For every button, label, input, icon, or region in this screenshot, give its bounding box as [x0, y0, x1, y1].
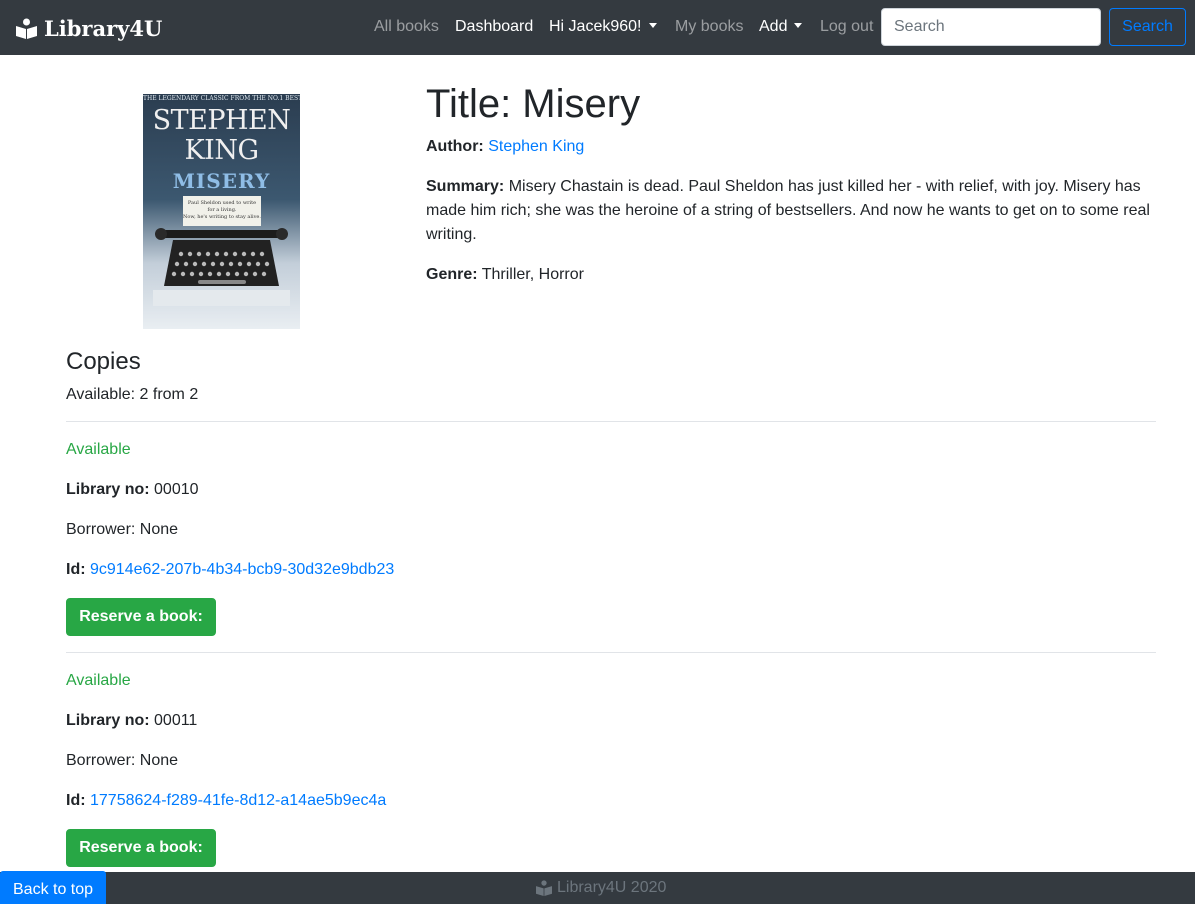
nav-add-dropdown[interactable]: Add [759, 17, 803, 37]
copy-status: Available [66, 441, 131, 458]
author-label: Author: [426, 138, 484, 155]
reserve-button[interactable]: Reserve a book: [66, 829, 216, 867]
cover-tagline: THE LEGENDARY CLASSIC FROM THE NO.1 BEST… [143, 95, 300, 102]
caret-down-icon [648, 23, 657, 28]
cover-author: STEPHEN KING [143, 106, 300, 166]
cover-paper-line: Now, he's writing to stay alive. [183, 214, 261, 220]
library-no-label: Library no: [66, 481, 150, 498]
book-cover-image: THE LEGENDARY CLASSIC FROM THE NO.1 BEST… [143, 94, 300, 329]
copy-library-no: Library no: 00011 [66, 709, 197, 733]
brand-label: Library4U [44, 15, 163, 41]
book-reader-icon [536, 880, 552, 896]
cover-paper-line: Paul Sheldon used to write [187, 200, 257, 206]
summary-label: Summary: [426, 178, 505, 195]
copy-id-link[interactable]: 9c914e62-207b-4b34-bcb9-30d32e9bdb23 [90, 561, 394, 578]
nav-my-books[interactable]: My books [675, 17, 743, 37]
footer-text: Library4U 2020 [557, 879, 667, 896]
copy-id-row: Id: 9c914e62-207b-4b34-bcb9-30d32e9bdb23 [66, 558, 394, 582]
genre-label: Genre: [426, 266, 478, 283]
id-label: Id: [66, 561, 86, 578]
library-no-value: 00010 [154, 481, 199, 498]
library-no-value: 00011 [154, 712, 198, 729]
book-summary-row: Summary: Misery Chastain is dead. Paul S… [426, 175, 1161, 247]
caret-down-icon [794, 23, 803, 28]
cover-paper-line: for a living. [207, 207, 237, 213]
add-label: Add [759, 18, 788, 35]
copy-borrower: Borrower: None [66, 752, 179, 769]
copies-heading: Copies [66, 348, 141, 375]
copies-available-summary: Available: 2 from 2 [66, 386, 199, 403]
navbar: Library4U All books Dashboard Hi Jacek96… [0, 0, 1195, 55]
copy-borrower: Borrower: None [66, 521, 179, 538]
cover-author-first: STEPHEN [152, 105, 291, 136]
book-reader-icon [16, 18, 37, 39]
nav-dashboard[interactable]: Dashboard [455, 17, 533, 37]
footer: Library4U 2020 [0, 872, 1195, 904]
book-author-row: Author: Stephen King [426, 135, 584, 159]
user-greeting: Hi Jacek960! [549, 18, 642, 35]
divider [66, 421, 1156, 422]
cover-title: MISERY [172, 169, 271, 193]
id-label: Id: [66, 792, 86, 809]
divider [66, 652, 1156, 653]
summary-text: Misery Chastain is dead. Paul Sheldon ha… [426, 178, 1150, 243]
cover-author-last: KING [184, 135, 259, 166]
back-to-top-button[interactable]: Back to top [0, 871, 106, 904]
copy-status: Available [66, 672, 131, 689]
author-link[interactable]: Stephen King [488, 138, 584, 155]
copy-id-row: Id: 17758624-f289-41fe-8d12-a14ae5b9ec4a [66, 789, 386, 813]
brand-link[interactable]: Library4U [16, 13, 162, 43]
footer-brand: Library4U 2020 [536, 876, 666, 900]
book-title: Title: Misery [426, 82, 641, 126]
search-input[interactable] [881, 8, 1101, 46]
typewriter-illustration [153, 228, 290, 306]
nav-all-books[interactable]: All books [374, 17, 439, 37]
genre-text: Thriller, Horror [481, 266, 584, 283]
library-no-label: Library no: [66, 712, 150, 729]
nav-user-dropdown[interactable]: Hi Jacek960! [549, 17, 657, 37]
book-genre-row: Genre: Thriller, Horror [426, 263, 584, 287]
copy-id-link[interactable]: 17758624-f289-41fe-8d12-a14ae5b9ec4a [90, 792, 386, 809]
copy-library-no: Library no: 00010 [66, 478, 199, 502]
reserve-button[interactable]: Reserve a book: [66, 598, 216, 636]
search-button[interactable]: Search [1109, 8, 1186, 46]
cover-paper: Paul Sheldon used to write for a living.… [183, 196, 261, 226]
nav-logout[interactable]: Log out [820, 17, 873, 37]
